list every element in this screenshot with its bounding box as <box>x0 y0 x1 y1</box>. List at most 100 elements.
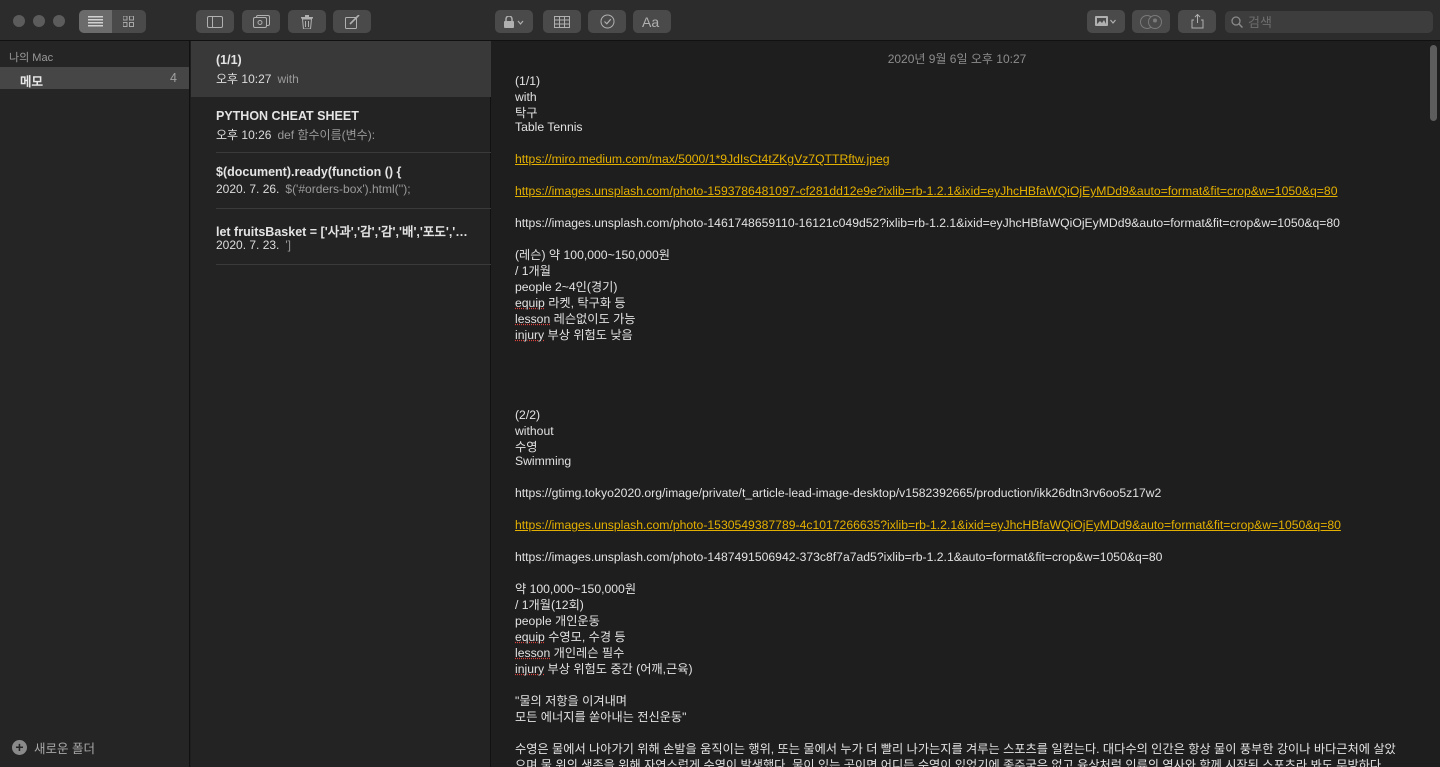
note-line: 탁구 <box>515 106 538 120</box>
list-view-button[interactable] <box>79 10 112 33</box>
note-text: 부상 위험도 낮음 <box>544 328 633 342</box>
note-line: people 개인운동 <box>515 614 600 628</box>
note-paragraph: 수영은 물에서 나아가기 위해 손발을 움직이는 행위, 또는 물에서 누가 더… <box>515 742 1396 767</box>
note-line: https://images.unsplash.com/photo-146174… <box>515 216 1340 230</box>
note-link[interactable]: https://images.unsplash.com/photo-153054… <box>515 518 1341 532</box>
sidebar-section-title: 나의 Mac <box>9 52 54 64</box>
note-date: 오후 10:26 <box>216 128 272 142</box>
collaborate-icon <box>1140 14 1162 29</box>
gallery-view-button[interactable] <box>112 10 145 33</box>
attachments-button[interactable] <box>242 10 280 33</box>
note-text: 라켓, 탁구화 등 <box>544 296 626 310</box>
spell-flagged-word: lesson <box>515 312 551 326</box>
note-line: / 1개월 <box>515 264 551 278</box>
insert-photo-button[interactable] <box>1087 10 1125 33</box>
toolbar: Aa <box>0 0 1440 41</box>
new-folder-button[interactable]: + 새로운 폴더 <box>12 738 95 757</box>
note-line: 모든 에너지를 쏟아내는 전신운동" <box>515 710 687 724</box>
note-text: 개인레슨 필수 <box>550 646 625 660</box>
note-list-item[interactable]: let fruitsBasket = ['사과','감','감','배','포도… <box>191 209 491 265</box>
note-text: 수영모, 수경 등 <box>544 630 626 644</box>
note-line: equip 라켓, 탁구화 등 <box>515 295 1400 311</box>
minimize-window-button[interactable] <box>33 15 45 27</box>
photo-icon <box>1095 15 1116 26</box>
search-icon <box>1231 16 1243 28</box>
note-date: 2020. 7. 23. <box>216 238 280 252</box>
note-editor[interactable]: 2020년 9월 6일 오후 10:27 (1/1) with 탁구 Table… <box>492 41 1440 767</box>
text-format-icon: Aa <box>642 15 659 29</box>
folder-sidebar: 나의 Mac 메모 4 + 새로운 폴더 <box>0 41 190 767</box>
sidebar-icon <box>207 15 223 28</box>
svg-text:Aa: Aa <box>642 15 659 29</box>
note-link[interactable]: https://miro.medium.com/max/5000/1*9JdIs… <box>515 152 890 166</box>
note-line: injury 부상 위험도 낮음 <box>515 327 1400 343</box>
search-input[interactable] <box>1248 14 1428 30</box>
note-text: 레슨없이도 가능 <box>550 312 636 326</box>
note-timestamp: 2020년 9월 6일 오후 10:27 <box>887 52 1027 66</box>
divider <box>216 264 491 265</box>
note-list-item[interactable]: $(document).ready(function () { 2020. 7.… <box>191 153 491 209</box>
note-line: injury 부상 위험도 중간 (어깨,근육) <box>515 661 1400 677</box>
note-line: 약 100,000~150,000원 <box>515 582 637 596</box>
spell-flagged-word: equip <box>515 296 545 310</box>
note-line: lesson 개인레슨 필수 <box>515 645 1400 661</box>
plus-circle-icon: + <box>12 740 27 755</box>
spell-flagged-word: injury <box>515 662 545 676</box>
note-line: people 2~4인(경기) <box>515 280 618 294</box>
grid-icon <box>123 16 134 27</box>
note-title: $(document).ready(function () { <box>216 165 402 179</box>
compose-icon <box>344 14 360 29</box>
table-icon <box>554 15 570 28</box>
note-date: 2020. 7. 26. <box>216 182 280 196</box>
sidebar-item-notes[interactable]: 메모 4 <box>0 67 189 89</box>
note-line: with <box>515 90 537 104</box>
note-line: https://gtimg.tokyo2020.org/image/privat… <box>515 486 1162 500</box>
spell-flagged-word: injury <box>515 328 545 342</box>
lock-icon <box>504 15 524 28</box>
share-button[interactable] <box>1178 10 1216 33</box>
search-field[interactable] <box>1225 11 1433 33</box>
folder-label: 메모 <box>20 75 44 89</box>
attachments-icon <box>252 15 270 28</box>
note-list-item[interactable]: (1/1) 오후 10:27 with <box>191 41 491 97</box>
checklist-button[interactable] <box>588 10 626 33</box>
note-link[interactable]: https://images.unsplash.com/photo-159378… <box>515 184 1337 198</box>
spell-flagged-word: lesson <box>515 646 551 660</box>
folder-count: 4 <box>170 71 177 85</box>
editor-scrollbar[interactable] <box>1430 45 1437 121</box>
new-note-button[interactable] <box>333 10 371 33</box>
note-body[interactable]: (1/1) with 탁구 Table Tennis https://miro.… <box>515 73 1400 767</box>
table-button[interactable] <box>543 10 581 33</box>
note-line: Table Tennis <box>515 120 583 134</box>
note-preview: def 함수이름(변수): <box>277 128 376 142</box>
add-people-button[interactable] <box>1132 10 1170 33</box>
close-window-button[interactable] <box>13 15 25 27</box>
delete-note-button[interactable] <box>288 10 326 33</box>
checklist-icon <box>600 14 614 29</box>
note-line: "물의 저항을 이겨내며 <box>515 694 628 708</box>
toggle-sidebar-button[interactable] <box>196 10 234 33</box>
note-line: https://images.unsplash.com/photo-148749… <box>515 550 1163 564</box>
list-icon <box>88 16 103 27</box>
note-line: without <box>515 424 554 438</box>
note-list: (1/1) 오후 10:27 with PYTHON CHEAT SHEET 오후… <box>191 41 491 767</box>
note-line: 수영 <box>515 440 538 454</box>
share-icon <box>1191 14 1203 29</box>
note-list-item[interactable]: PYTHON CHEAT SHEET 오후 10:26 def 함수이름(변수): <box>191 97 491 153</box>
note-title: PYTHON CHEAT SHEET <box>216 109 359 123</box>
new-folder-label: 새로운 폴더 <box>34 742 95 756</box>
note-line: equip 수영모, 수경 등 <box>515 629 1400 645</box>
note-text: 부상 위험도 중간 (어깨,근육) <box>544 662 693 676</box>
note-preview: '] <box>285 238 292 252</box>
trash-icon <box>301 14 313 29</box>
spell-flagged-word: equip <box>515 630 545 644</box>
note-line: (2/2) <box>515 408 541 422</box>
note-line: / 1개월(12회) <box>515 598 584 612</box>
note-date: 오후 10:27 <box>216 72 272 86</box>
format-button[interactable]: Aa <box>633 10 671 33</box>
zoom-window-button[interactable] <box>53 15 65 27</box>
view-mode-segment <box>79 10 146 33</box>
lock-note-button[interactable] <box>495 10 533 33</box>
note-line: Swimming <box>515 454 572 468</box>
note-preview: with <box>277 72 299 86</box>
